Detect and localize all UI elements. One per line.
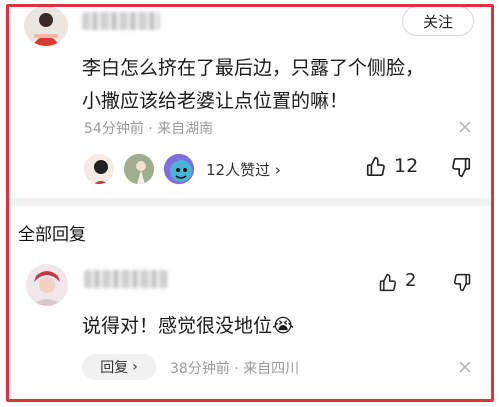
- close-icon[interactable]: [458, 120, 472, 134]
- reply-button[interactable]: 回复 ›: [82, 354, 156, 380]
- reply-meta: 38分钟前 · 来自四川: [170, 358, 299, 378]
- replier-name-blurred[interactable]: [84, 270, 168, 288]
- liker-avatar-2[interactable]: [122, 152, 156, 186]
- comment-time: 54分钟前: [84, 121, 144, 137]
- follow-label: 关注: [422, 12, 453, 31]
- close-icon[interactable]: [458, 360, 472, 374]
- like-count: 12: [394, 155, 419, 177]
- commenter-name-blurred[interactable]: [82, 12, 160, 30]
- liker-avatar-1[interactable]: [82, 152, 116, 186]
- likers-summary-label: 12人赞过: [206, 161, 271, 179]
- section-divider: [9, 198, 491, 206]
- reply-location: 来自四川: [243, 361, 300, 377]
- replier-avatar[interactable]: [26, 264, 68, 306]
- comment-body[interactable]: 李白怎么挤在了最后边，只露了个侧脸， 小撒应该给老婆让点位置的嘛！: [82, 52, 472, 118]
- meta-separator: ·: [148, 121, 153, 137]
- chevron-right-icon: ›: [274, 161, 281, 179]
- comment-line-2: 小撒应该给老婆让点位置的嘛！: [82, 90, 349, 112]
- thumbs-down-icon[interactable]: [450, 157, 472, 179]
- follow-button[interactable]: 关注: [402, 6, 474, 36]
- reply-time: 38分钟前: [170, 361, 230, 377]
- comment-meta: 54分钟前 · 来自湖南: [84, 118, 213, 138]
- comment-location: 来自湖南: [157, 121, 214, 137]
- likers-summary[interactable]: 12人赞过 ›: [206, 159, 281, 180]
- comment-line-1: 李白怎么挤在了最后边，只露了个侧脸，: [82, 57, 425, 79]
- reply-button-label: 回复: [100, 360, 129, 376]
- reply-text: 说得对！感觉很没地位: [82, 315, 273, 337]
- liker-avatar-3[interactable]: [162, 152, 196, 186]
- crying-face-icon: 😭: [272, 315, 295, 337]
- reply-body[interactable]: 说得对！感觉很没地位😭: [82, 310, 472, 343]
- reply-like-count: 2: [405, 270, 417, 291]
- chevron-right-icon: ›: [132, 359, 138, 375]
- all-replies-heading: 全部回复: [18, 225, 86, 245]
- thumbs-up-icon[interactable]: [378, 272, 398, 292]
- meta-separator: ·: [234, 361, 239, 377]
- thumbs-up-icon[interactable]: [365, 155, 387, 177]
- commenter-avatar[interactable]: [24, 6, 68, 46]
- thumbs-down-icon[interactable]: [452, 273, 472, 293]
